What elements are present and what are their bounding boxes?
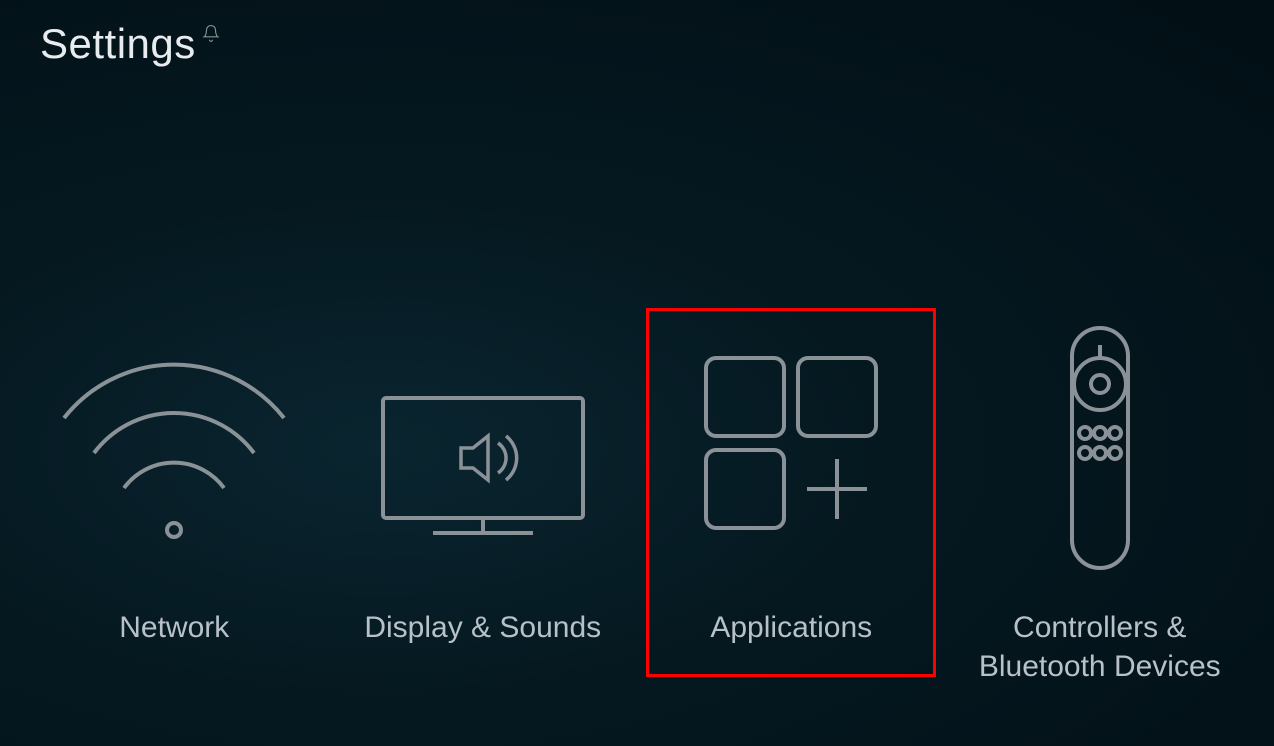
page-title: Settings xyxy=(40,20,196,68)
tv-speaker-icon xyxy=(353,328,613,568)
wifi-icon xyxy=(44,328,304,568)
tile-applications[interactable]: Applications xyxy=(646,308,936,677)
tile-label-applications: Applications xyxy=(710,608,872,647)
tile-network[interactable]: Network xyxy=(29,308,319,677)
tile-display-sounds[interactable]: Display & Sounds xyxy=(338,308,628,677)
header: Settings xyxy=(0,0,1274,88)
tile-label-display-sounds: Display & Sounds xyxy=(364,608,601,647)
settings-tiles-row: Network Display & Sounds Applic xyxy=(0,308,1274,716)
apps-grid-icon xyxy=(676,328,906,568)
remote-icon xyxy=(1040,328,1160,568)
tile-label-controllers-bluetooth: Controllers & Bluetooth Devices xyxy=(965,608,1235,686)
tile-controllers-bluetooth[interactable]: Controllers & Bluetooth Devices xyxy=(955,308,1245,716)
tile-label-network: Network xyxy=(119,608,229,647)
notification-bell-icon[interactable] xyxy=(202,24,220,47)
